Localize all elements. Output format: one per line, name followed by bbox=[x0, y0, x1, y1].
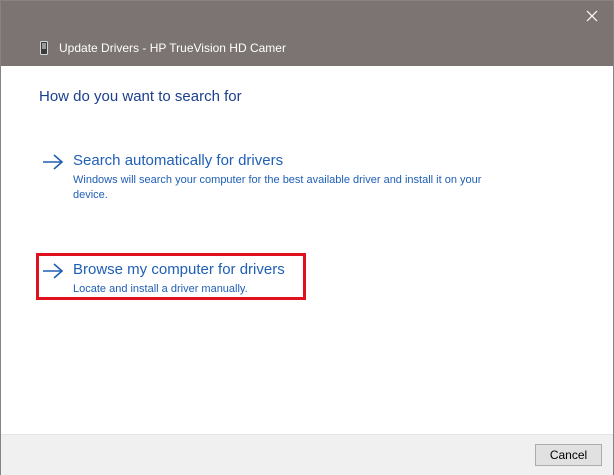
arrow-right-icon bbox=[41, 152, 65, 172]
window-title: Update Drivers - HP TrueVision HD Camer bbox=[59, 41, 286, 55]
page-heading: How do you want to search for bbox=[39, 88, 242, 105]
device-icon bbox=[39, 41, 49, 55]
browse-computer-option[interactable]: Browse my computer for drivers Locate an… bbox=[41, 261, 303, 295]
update-drivers-dialog: Update Drivers - HP TrueVision HD Camer … bbox=[0, 0, 614, 475]
search-automatically-option[interactable]: Search automatically for drivers Windows… bbox=[41, 152, 511, 204]
title-row: Update Drivers - HP TrueVision HD Camer bbox=[39, 39, 286, 57]
title-bar[interactable]: Update Drivers - HP TrueVision HD Camer bbox=[1, 1, 613, 66]
option-title: Search automatically for drivers bbox=[73, 152, 284, 169]
close-button[interactable] bbox=[581, 7, 603, 25]
option-title: Browse my computer for drivers bbox=[73, 261, 285, 278]
close-icon bbox=[586, 10, 598, 22]
dialog-footer: Cancel bbox=[1, 434, 613, 475]
option-description: Locate and install a driver manually. bbox=[73, 283, 248, 295]
cancel-button[interactable]: Cancel bbox=[535, 444, 602, 466]
option-description: Windows will search your computer for th… bbox=[73, 174, 482, 201]
arrow-right-icon bbox=[41, 261, 65, 281]
